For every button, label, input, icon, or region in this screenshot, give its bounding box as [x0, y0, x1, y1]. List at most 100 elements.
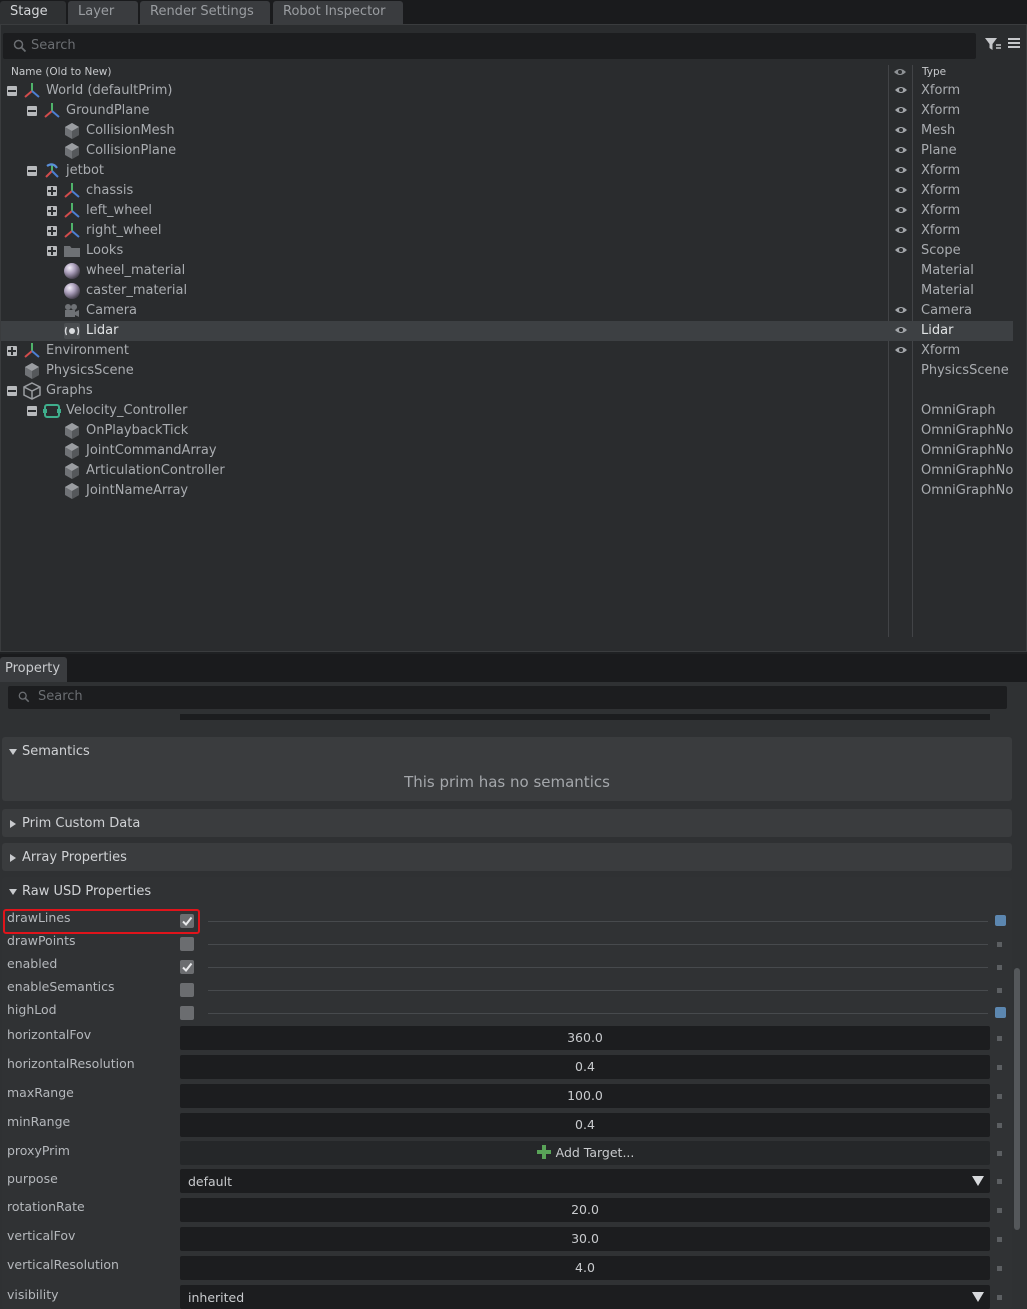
- section-semantics-title[interactable]: Semantics: [22, 744, 90, 759]
- visibility-eye-icon[interactable]: [894, 85, 908, 95]
- section-raw-usd-title[interactable]: Raw USD Properties: [22, 884, 151, 899]
- default-value-indicator[interactable]: [997, 1179, 1002, 1184]
- default-value-indicator[interactable]: [997, 1151, 1002, 1156]
- tree-row-label: Looks: [86, 243, 124, 258]
- default-value-indicator[interactable]: [997, 1036, 1002, 1041]
- visibility-eye-icon[interactable]: [894, 345, 908, 355]
- tree-row-collisionmesh[interactable]: CollisionMesh Mesh: [1, 121, 1013, 141]
- tree-row-collisionplane[interactable]: CollisionPlane Plane: [1, 141, 1013, 161]
- visibility-eye-icon[interactable]: [894, 205, 908, 215]
- property-label: purpose: [7, 1171, 58, 1186]
- visibility-eye-icon[interactable]: [894, 225, 908, 235]
- default-value-indicator[interactable]: [997, 942, 1002, 947]
- stage-search-input[interactable]: Search: [3, 33, 976, 59]
- tab-layer[interactable]: Layer: [68, 1, 138, 24]
- section-custom-data-title[interactable]: Prim Custom Data: [22, 816, 140, 831]
- property-search-input[interactable]: Search: [8, 686, 1007, 709]
- visibility-dropdown[interactable]: inherited: [180, 1285, 990, 1309]
- visibility-eye-icon[interactable]: [894, 185, 908, 195]
- column-type-header[interactable]: Type: [922, 66, 946, 78]
- highlod-checkbox[interactable]: [180, 1006, 194, 1020]
- default-value-indicator[interactable]: [997, 1295, 1002, 1300]
- tree-row-looks[interactable]: Looks Scope: [1, 241, 1013, 261]
- column-name-header[interactable]: Name (Old to New): [11, 66, 111, 78]
- tree-row-camera[interactable]: Camera Camera: [1, 301, 1013, 321]
- material-sphere-icon: [63, 262, 81, 280]
- tree-row-jointnamearray[interactable]: JointNameArray OmniGraphNode: [1, 481, 1013, 501]
- tree-row-left-wheel[interactable]: left_wheel Xform: [1, 201, 1013, 221]
- tree-row-graphs[interactable]: Graphs: [1, 381, 1013, 401]
- tree-row-jointcommandarray[interactable]: JointCommandArray OmniGraphNode: [1, 441, 1013, 461]
- collapse-arrow-icon[interactable]: [9, 889, 17, 895]
- property-label: proxyPrim: [7, 1143, 70, 1158]
- tree-row-environment[interactable]: Environment Xform: [1, 341, 1013, 361]
- tab-robot-inspector[interactable]: Robot Inspector: [273, 1, 403, 24]
- default-value-indicator[interactable]: [997, 965, 1002, 970]
- enablesemantics-checkbox[interactable]: [180, 983, 194, 997]
- tab-stage[interactable]: Stage: [0, 1, 66, 24]
- add-target-button[interactable]: Add Target...: [180, 1141, 990, 1165]
- tree-row-world-defaultprim[interactable]: World (defaultPrim) Xform: [1, 81, 1013, 101]
- enabled-checkbox[interactable]: [180, 960, 194, 974]
- minrange-field[interactable]: 0.4: [180, 1113, 990, 1137]
- tree-row-velocity-controller[interactable]: Velocity_Controller OmniGraph: [1, 401, 1013, 421]
- default-value-indicator[interactable]: [997, 988, 1002, 993]
- purpose-dropdown[interactable]: default: [180, 1169, 990, 1193]
- filter-icon[interactable]: [984, 36, 1002, 52]
- visibility-eye-icon[interactable]: [894, 245, 908, 255]
- collapse-arrow-icon[interactable]: [9, 749, 17, 755]
- collapse-toggle-icon[interactable]: [27, 106, 37, 116]
- default-value-indicator[interactable]: [995, 1007, 1006, 1018]
- tree-row-jetbot[interactable]: jetbot Xform: [1, 161, 1013, 181]
- property-scrollbar[interactable]: [1014, 968, 1020, 1230]
- tab-property[interactable]: Property: [0, 657, 67, 682]
- tree-row-onplaybacktick[interactable]: OnPlaybackTick OmniGraphNode: [1, 421, 1013, 441]
- collapse-toggle-icon[interactable]: [7, 86, 17, 96]
- collapse-toggle-icon[interactable]: [27, 406, 37, 416]
- visibility-eye-icon[interactable]: [894, 125, 908, 135]
- section-array-properties[interactable]: Array Properties: [2, 843, 1012, 871]
- expand-toggle-icon[interactable]: [47, 226, 57, 236]
- verticalfov-field[interactable]: 30.0: [180, 1227, 990, 1251]
- tab-render-settings[interactable]: Render Settings: [140, 1, 270, 24]
- visibility-eye-icon[interactable]: [894, 145, 908, 155]
- tree-row-right-wheel[interactable]: right_wheel Xform: [1, 221, 1013, 241]
- verticalresolution-field[interactable]: 4.0: [180, 1256, 990, 1280]
- default-value-indicator[interactable]: [997, 1065, 1002, 1070]
- tree-row-wheel-material[interactable]: wheel_material Material: [1, 261, 1013, 281]
- collapse-toggle-icon[interactable]: [7, 386, 17, 396]
- expand-toggle-icon[interactable]: [47, 206, 57, 216]
- maxrange-field[interactable]: 100.0: [180, 1084, 990, 1108]
- default-value-indicator[interactable]: [997, 1094, 1002, 1099]
- expand-toggle-icon[interactable]: [47, 186, 57, 196]
- tree-row-physicsscene[interactable]: PhysicsScene PhysicsScene: [1, 361, 1013, 381]
- default-value-indicator[interactable]: [995, 915, 1006, 926]
- rotationrate-field[interactable]: 20.0: [180, 1198, 990, 1222]
- default-value-indicator[interactable]: [997, 1208, 1002, 1213]
- default-value-indicator[interactable]: [997, 1266, 1002, 1271]
- section-prim-custom-data[interactable]: Prim Custom Data: [2, 809, 1012, 837]
- default-value-indicator[interactable]: [997, 1123, 1002, 1128]
- default-value-indicator[interactable]: [997, 1237, 1002, 1242]
- visibility-eye-icon[interactable]: [894, 165, 908, 175]
- tree-row-label: right_wheel: [86, 223, 162, 238]
- expand-toggle-icon[interactable]: [7, 346, 17, 356]
- expand-arrow-icon[interactable]: [10, 854, 16, 862]
- expand-arrow-icon[interactable]: [10, 820, 16, 828]
- visibility-eye-icon[interactable]: [894, 325, 908, 335]
- section-array-props-title[interactable]: Array Properties: [22, 850, 127, 865]
- visibility-eye-icon[interactable]: [894, 305, 908, 315]
- visibility-eye-icon[interactable]: [894, 105, 908, 115]
- expand-toggle-icon[interactable]: [47, 246, 57, 256]
- horizontalresolution-field[interactable]: 0.4: [180, 1055, 990, 1079]
- tree-row-articulationcontroller[interactable]: ArticulationController OmniGraphNode: [1, 461, 1013, 481]
- tree-row-label: Velocity_Controller: [66, 403, 188, 418]
- tree-row-lidar[interactable]: Lidar Lidar: [1, 321, 1013, 341]
- hamburger-menu-icon[interactable]: [1007, 36, 1021, 50]
- collapse-toggle-icon[interactable]: [27, 166, 37, 176]
- tree-row-groundplane[interactable]: GroundPlane Xform: [1, 101, 1013, 121]
- drawpoints-checkbox[interactable]: [180, 937, 194, 951]
- tree-row-caster-material[interactable]: caster_material Material: [1, 281, 1013, 301]
- tree-row-chassis[interactable]: chassis Xform: [1, 181, 1013, 201]
- horizontalfov-field[interactable]: 360.0: [180, 1026, 990, 1050]
